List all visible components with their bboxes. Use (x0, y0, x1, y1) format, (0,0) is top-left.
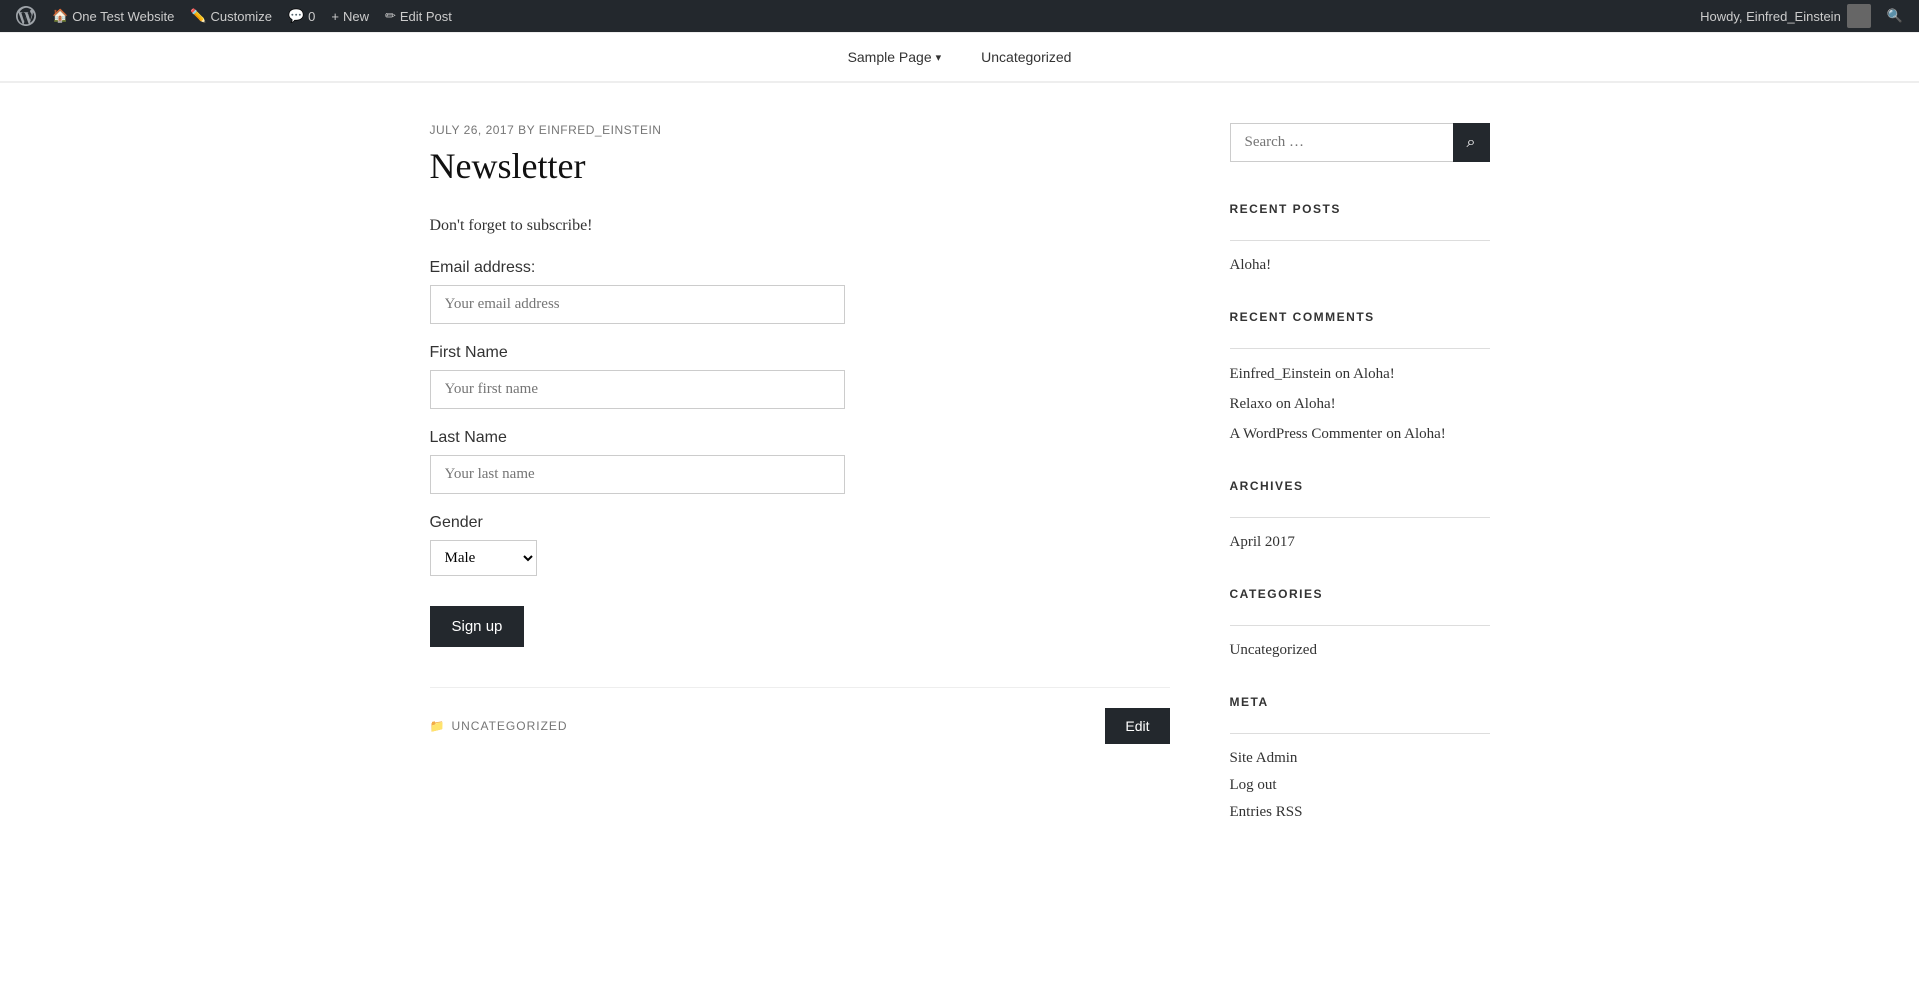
user-greeting[interactable]: Howdy, Einfred_Einstein (1692, 0, 1879, 32)
customize-button[interactable]: ✏️ Customize (182, 0, 280, 32)
folder-icon: 📁 (430, 719, 446, 733)
categories-divider (1230, 625, 1490, 626)
comment-author-link-1[interactable]: Einfred_Einstein (1230, 366, 1332, 382)
firstname-label: First Name (430, 344, 1170, 362)
categories-title: CATEGORIES (1230, 587, 1490, 609)
comment-post-link-3[interactable]: Aloha! (1404, 426, 1446, 442)
lastname-form-group: Last Name (430, 429, 1170, 494)
sidebar: ⌕ RECENT POSTS Aloha! RECENT COMMENTS Ei… (1230, 123, 1490, 857)
post-content: Don't forget to subscribe! Email address… (430, 212, 1170, 647)
avatar (1847, 4, 1871, 28)
comment-author-link-3[interactable]: A WordPress Commenter (1230, 426, 1383, 442)
main-content: JULY 26, 2017 BY EINFRED_EINSTEIN Newsle… (430, 123, 1170, 857)
main-navigation: Sample Page ▾ Uncategorized (0, 32, 1919, 82)
meta-divider (1230, 733, 1490, 734)
meta-title: META (1230, 695, 1490, 717)
archives-title: ARCHIVES (1230, 479, 1490, 501)
newsletter-form: Email address: First Name Last Name Gend… (430, 259, 1170, 647)
meta-site-admin[interactable]: Site Admin (1230, 750, 1490, 767)
admin-bar: 🏠 One Test Website ✏️ Customize 💬 0 + Ne… (0, 0, 1919, 32)
site-name-button[interactable]: 🏠 One Test Website (44, 0, 182, 32)
comment-item-2: Relaxo on Aloha! (1230, 395, 1490, 413)
recent-post-aloha[interactable]: Aloha! (1230, 257, 1490, 274)
edit-icon: ✏ (385, 8, 396, 24)
email-input[interactable] (430, 285, 845, 324)
comment-icon: 💬 (288, 8, 304, 24)
email-form-group: Email address: (430, 259, 1170, 324)
admin-search-button[interactable]: 🔍 (1879, 0, 1911, 32)
recent-posts-section: RECENT POSTS Aloha! (1230, 202, 1490, 274)
signup-button[interactable]: Sign up (430, 606, 525, 647)
post-footer: 📁 UNCATEGORIZED Edit (430, 687, 1170, 744)
meta-entries-rss[interactable]: Entries RSS (1230, 804, 1490, 821)
search-input[interactable] (1230, 123, 1453, 162)
gender-form-group: Gender Male Female (430, 514, 1170, 576)
search-button[interactable]: ⌕ (1453, 123, 1490, 162)
recent-comments-section: RECENT COMMENTS Einfred_Einstein on Aloh… (1230, 310, 1490, 443)
lastname-label: Last Name (430, 429, 1170, 447)
comment-item-3: A WordPress Commenter on Aloha! (1230, 425, 1490, 443)
meta-log-out[interactable]: Log out (1230, 777, 1490, 794)
nav-sample-page[interactable]: Sample Page ▾ (828, 33, 962, 81)
comment-post-link-1[interactable]: Aloha! (1353, 366, 1395, 382)
wp-logo-button[interactable] (8, 0, 44, 32)
post-meta: JULY 26, 2017 BY EINFRED_EINSTEIN (430, 123, 1170, 137)
new-icon: + (331, 9, 339, 24)
recent-comments-title: RECENT COMMENTS (1230, 310, 1490, 332)
post-title: Newsletter (430, 145, 1170, 188)
categories-section: CATEGORIES Uncategorized (1230, 587, 1490, 659)
sidebar-search: ⌕ (1230, 123, 1490, 162)
comments-button[interactable]: 💬 0 (280, 0, 323, 32)
gender-select[interactable]: Male Female (430, 540, 537, 576)
search-icon: ⌕ (1467, 134, 1476, 152)
firstname-input[interactable] (430, 370, 845, 409)
recent-posts-divider (1230, 240, 1490, 241)
archive-april-2017[interactable]: April 2017 (1230, 534, 1490, 551)
post-author-link[interactable]: EINFRED_EINSTEIN (539, 123, 662, 137)
recent-posts-title: RECENT POSTS (1230, 202, 1490, 224)
home-icon: 🏠 (52, 8, 68, 24)
firstname-form-group: First Name (430, 344, 1170, 409)
edit-post-button[interactable]: ✏ Edit Post (377, 0, 460, 32)
gender-label: Gender (430, 514, 1170, 532)
comment-post-link-2[interactable]: Aloha! (1294, 396, 1336, 412)
chevron-down-icon: ▾ (936, 51, 942, 64)
archives-section: ARCHIVES April 2017 (1230, 479, 1490, 551)
content-area: JULY 26, 2017 BY EINFRED_EINSTEIN Newsle… (410, 83, 1510, 897)
meta-section: META Site Admin Log out Entries RSS (1230, 695, 1490, 821)
email-label: Email address: (430, 259, 1170, 277)
new-button[interactable]: + New (323, 0, 377, 32)
edit-button[interactable]: Edit (1105, 708, 1169, 744)
customize-icon: ✏️ (190, 8, 206, 24)
lastname-input[interactable] (430, 455, 845, 494)
admin-bar-right: Howdy, Einfred_Einstein 🔍 (1692, 0, 1911, 32)
comment-item-1: Einfred_Einstein on Aloha! (1230, 365, 1490, 383)
post-category: 📁 UNCATEGORIZED (430, 719, 568, 733)
category-uncategorized[interactable]: Uncategorized (1230, 642, 1490, 659)
nav-uncategorized[interactable]: Uncategorized (961, 33, 1091, 81)
archives-divider (1230, 517, 1490, 518)
comment-author-link-2[interactable]: Relaxo (1230, 396, 1273, 412)
recent-comments-divider (1230, 348, 1490, 349)
site-header: Sample Page ▾ Uncategorized (0, 32, 1919, 83)
search-icon: 🔍 (1887, 8, 1903, 24)
